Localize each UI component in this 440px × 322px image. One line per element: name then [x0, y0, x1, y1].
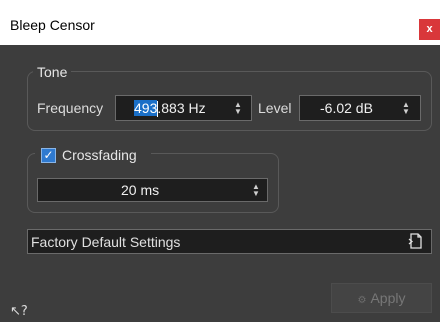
close-button[interactable]: x [419, 19, 440, 40]
preset-menu-icon[interactable] [408, 232, 424, 250]
frequency-input[interactable]: 493.883 Hz ▲ ▼ [115, 95, 252, 121]
tone-legend: Tone [33, 64, 72, 80]
frequency-selected-text: 493 [134, 100, 158, 116]
level-value: -6.02 dB [320, 100, 373, 116]
window-title: Bleep Censor [10, 17, 95, 33]
level-input[interactable]: -6.02 dB ▲ ▼ [299, 95, 421, 121]
whats-this-help-icon[interactable]: ↖? [10, 304, 28, 319]
crossfade-time-value: 20 ms [121, 182, 160, 198]
preset-bar[interactable]: Factory Default Settings [27, 229, 432, 254]
apply-button[interactable]: ⚙ Apply [331, 283, 432, 313]
crossfade-time-input[interactable]: 20 ms ▲ ▼ [37, 178, 268, 202]
title-bar: Bleep Censor x [0, 0, 440, 45]
crossfading-checkbox[interactable]: ✓ [41, 148, 56, 163]
apply-icon: ⚙ [357, 295, 367, 306]
apply-label: Apply [370, 290, 406, 306]
crossfade-spin-arrows[interactable]: ▲ ▼ [251, 183, 261, 198]
level-spin-arrows[interactable]: ▲ ▼ [401, 101, 411, 116]
crossfading-label[interactable]: Crossfading [62, 147, 137, 163]
frequency-spin-arrows[interactable]: ▲ ▼ [233, 101, 243, 116]
frequency-value-rest: .883 Hz [157, 100, 206, 116]
frequency-label: Frequency [37, 100, 104, 116]
preset-label: Factory Default Settings [31, 234, 181, 250]
level-label: Level [258, 100, 292, 116]
